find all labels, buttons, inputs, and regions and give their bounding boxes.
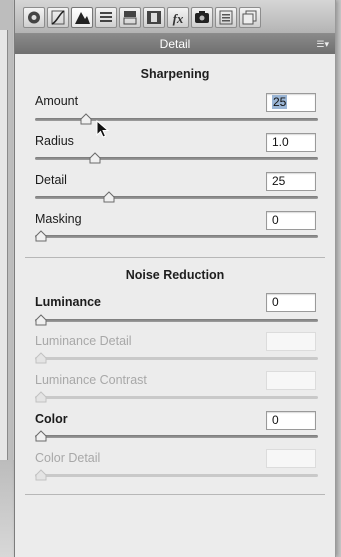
luminance-contrast-slider-thumb <box>35 391 47 403</box>
tab-presets[interactable] <box>215 7 237 28</box>
bottom-divider <box>25 494 325 495</box>
tab-detail[interactable] <box>71 7 93 28</box>
luminance-detail-label: Luminance Detail <box>35 334 132 348</box>
section-divider <box>25 257 325 258</box>
amount-label: Amount <box>35 94 79 108</box>
masking-slider-thumb[interactable] <box>35 230 47 242</box>
radius-label: Radius <box>35 134 74 148</box>
tab-lens-corrections[interactable] <box>143 7 165 28</box>
luminance-field[interactable]: 0 <box>266 293 316 312</box>
luminance-contrast-label: Luminance Contrast <box>35 373 147 387</box>
radius-slider-thumb[interactable] <box>89 152 101 164</box>
panel-tab-bar: fx <box>15 0 335 34</box>
adjacent-panel-edge <box>0 0 13 470</box>
detail-field[interactable]: 25 <box>266 172 316 191</box>
mouse-pointer-icon <box>96 120 110 138</box>
masking-label: Masking <box>35 212 82 226</box>
color-detail-slider-track <box>35 474 318 477</box>
masking-slider-track[interactable] <box>35 235 318 238</box>
tab-snapshots[interactable] <box>239 7 261 28</box>
tab-basic[interactable] <box>23 7 45 28</box>
amount-slider-track[interactable] <box>35 118 318 121</box>
luminance-contrast-slider-track <box>35 396 318 399</box>
adjacent-panel-content <box>0 30 8 462</box>
amount-field[interactable]: 25 <box>266 93 316 112</box>
amount-slider-thumb[interactable] <box>80 113 92 125</box>
luminance-slider-thumb[interactable] <box>35 314 47 326</box>
tab-effects[interactable]: fx <box>167 7 189 28</box>
detail-label: Detail <box>35 173 67 187</box>
color-detail-slider-thumb <box>35 469 47 481</box>
tab-split-toning[interactable] <box>119 7 141 28</box>
luminance-detail-slider-thumb <box>35 352 47 364</box>
amount-value: 25 <box>272 95 288 109</box>
noise-reduction-heading: Noise Reduction <box>125 268 225 282</box>
radius-field[interactable]: 1.0 <box>266 133 316 152</box>
detail-slider-thumb[interactable] <box>103 191 115 203</box>
masking-field[interactable]: 0 <box>266 211 316 230</box>
color-detail-label: Color Detail <box>35 451 101 465</box>
color-label: Color <box>35 412 68 426</box>
panel-menu-icon[interactable]: ☰▾ <box>316 34 329 54</box>
panel-title-bar: Detail ☰▾ <box>15 34 335 54</box>
luminance-slider-track[interactable] <box>35 319 318 322</box>
color-detail-field <box>266 449 316 468</box>
luminance-contrast-field <box>266 371 316 390</box>
tab-camera-calibration[interactable] <box>191 7 213 28</box>
luminance-label: Luminance <box>35 295 101 309</box>
detail-panel: fx Detail ☰▾ Sharpening Amount 25 Radius… <box>14 0 336 557</box>
color-field[interactable]: 0 <box>266 411 316 430</box>
panel-title: Detail <box>159 37 191 51</box>
radius-slider-track[interactable] <box>35 157 318 160</box>
sharpening-heading: Sharpening <box>140 67 210 81</box>
color-slider-track[interactable] <box>35 435 318 438</box>
effects-tab-icon: fx <box>172 11 184 26</box>
tab-tone-curve[interactable] <box>47 7 69 28</box>
color-slider-thumb[interactable] <box>35 430 47 442</box>
luminance-detail-field <box>266 332 316 351</box>
luminance-detail-slider-track <box>35 357 318 360</box>
tab-hsl[interactable] <box>95 7 117 28</box>
detail-slider-track[interactable] <box>35 196 318 199</box>
